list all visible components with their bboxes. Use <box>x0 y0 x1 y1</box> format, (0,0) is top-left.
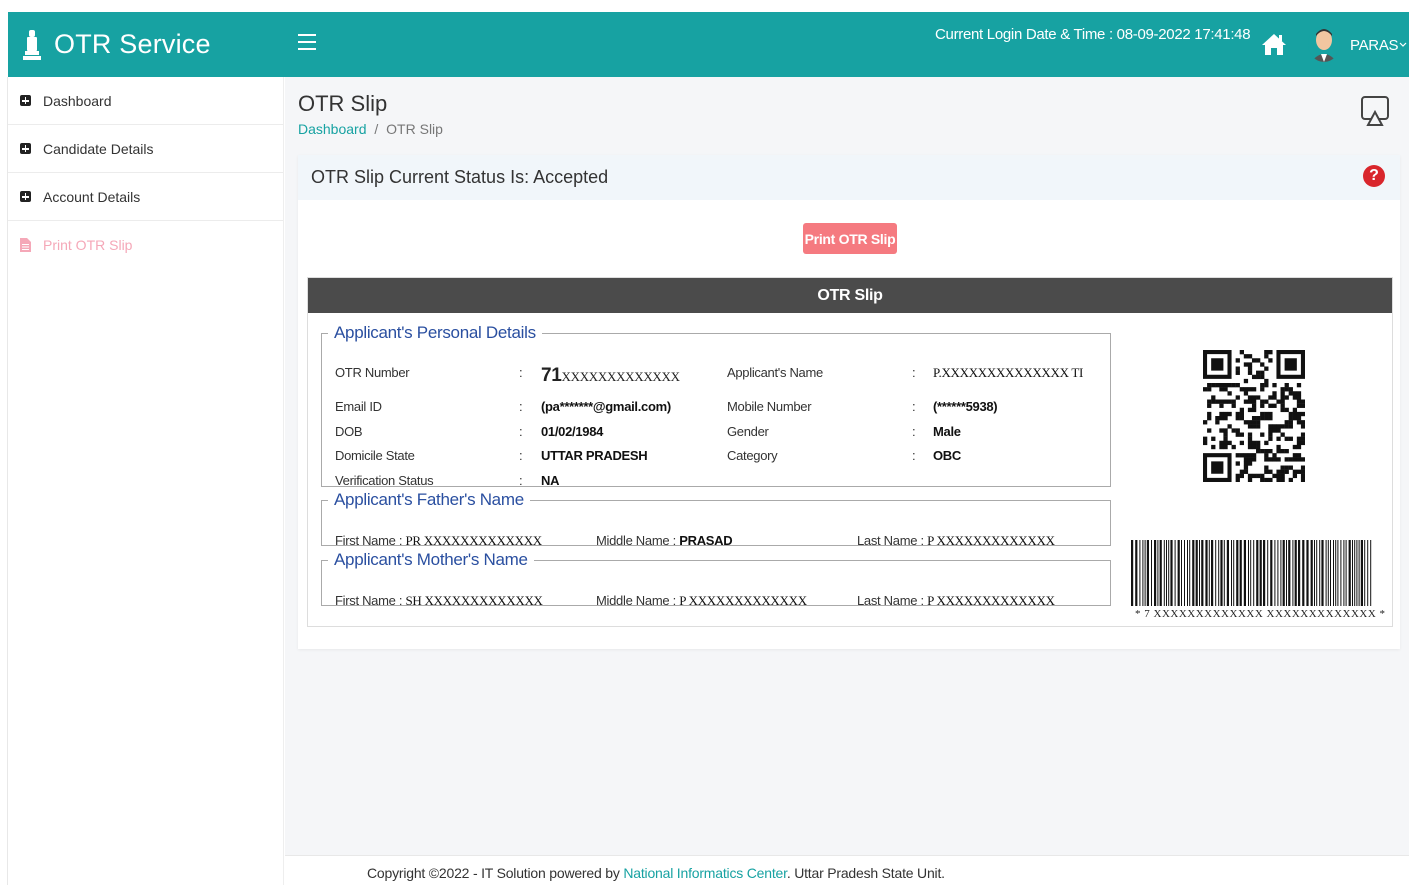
breadcrumb: Dashboard / OTR Slip <box>298 121 443 137</box>
father-first-name-value: PR XXXXXXXXXXXXX <box>405 533 543 548</box>
applicant-name-value: P.XXXXXXXXXXXXXX TI <box>933 365 1084 380</box>
mobile-value: (******5938) <box>933 399 998 414</box>
colon: : <box>912 399 916 414</box>
father-first-name-label: First Name : <box>335 533 403 548</box>
sidebar-item-dashboard[interactable]: Dashboard <box>8 77 283 125</box>
otr-card: OTR Slip Current Status Is: Accepted ? P… <box>298 155 1400 649</box>
personal-details-section: Applicant's Personal Details OTR Number … <box>321 323 1111 488</box>
applicant-name-label: Applicant's Name <box>727 365 823 380</box>
gender-value: Male <box>933 424 961 439</box>
footer-prefix: Copyright ©2022 - IT Solution powered by <box>367 865 624 881</box>
footer-nic-link[interactable]: National Informatics Center <box>623 865 787 881</box>
otr-slip: OTR Slip Applicant's Personal Details OT… <box>307 277 1393 627</box>
mother-name-section: Applicant's Mother's Name First Name : S… <box>321 550 1111 608</box>
status-header: OTR Slip Current Status Is: Accepted <box>298 155 1400 200</box>
page-title: OTR Slip <box>298 91 388 116</box>
gender-label: Gender <box>727 424 769 439</box>
father-middle-name-label: Middle Name : <box>596 533 676 548</box>
avatar[interactable] <box>1308 26 1340 62</box>
footer-text: Copyright ©2022 - IT Solution powered by… <box>367 865 945 881</box>
left-edge <box>0 77 8 885</box>
brand-header: OTR Service <box>8 12 284 77</box>
father-last-name-value: P XXXXXXXXXXXXX <box>927 533 1055 548</box>
father-last-name-label: Last Name : <box>857 533 924 548</box>
otr-number-label: OTR Number <box>335 365 410 380</box>
plus-square-icon <box>20 143 31 154</box>
domicile-state-value: UTTAR PRADESH <box>541 448 648 463</box>
sidebar-item-candidate-details[interactable]: Candidate Details <box>8 125 283 173</box>
section-legend: Applicant's Father's Name <box>334 490 524 509</box>
otr-number-value: XXXXXXXXXXXXX <box>561 369 680 384</box>
father-middle-name-value: PRASAD <box>679 533 733 548</box>
breadcrumb-current: OTR Slip <box>386 121 443 137</box>
barcode-text: * 7 XXXXXXXXXXXXX XXXXXXXXXXXXX * <box>1135 608 1386 620</box>
top-navbar: Current Login Date & Time : 08-09-2022 1… <box>284 12 1409 77</box>
category-label: Category <box>727 448 778 463</box>
dob-value: 01/02/1984 <box>541 424 604 439</box>
mobile-label: Mobile Number <box>727 399 812 414</box>
mother-first-name-value: SH XXXXXXXXXXXXX <box>405 593 543 608</box>
plus-square-icon <box>20 95 31 106</box>
domicile-state-label: Domicile State <box>335 448 415 463</box>
breadcrumb-home-link[interactable]: Dashboard <box>298 121 367 137</box>
colon: : <box>519 448 523 463</box>
print-otr-slip-button[interactable]: Print OTR Slip <box>803 223 897 254</box>
sidebar-item-account-details[interactable]: Account Details <box>8 173 283 221</box>
footer-suffix: . Uttar Pradesh State Unit. <box>786 865 945 881</box>
sidebar-item-label: Account Details <box>43 188 141 205</box>
app-title: OTR Service <box>54 29 211 59</box>
status-text: OTR Slip Current Status Is: Accepted <box>311 167 609 187</box>
colon: : <box>519 399 523 414</box>
sidebar-item-label: Candidate Details <box>43 140 154 157</box>
qr-code <box>1203 350 1305 482</box>
otr-number-prefix: 71 <box>541 365 562 386</box>
colon: : <box>912 448 916 463</box>
email-value: (pa*******@gmail.com) <box>541 399 671 414</box>
file-icon <box>20 238 31 252</box>
sidebar: Dashboard Candidate Details Account Deta… <box>8 77 284 885</box>
mother-middle-name-value: P XXXXXXXXXXXXX <box>679 593 807 608</box>
emblem-icon <box>23 29 41 60</box>
top-strip <box>0 0 1409 10</box>
footer: Copyright ©2022 - IT Solution powered by… <box>285 855 1409 885</box>
mother-last-name-value: P XXXXXXXXXXXXX <box>927 593 1055 608</box>
colon: : <box>519 424 523 439</box>
email-label: Email ID <box>335 399 382 414</box>
plus-square-icon <box>20 191 31 202</box>
sidebar-item-label: Dashboard <box>43 92 112 109</box>
colon: : <box>912 424 916 439</box>
verification-status-label: Verification Status <box>335 473 434 488</box>
cast-icon[interactable] <box>1360 94 1390 128</box>
verification-status-value: NA <box>541 473 560 488</box>
colon: : <box>912 365 916 380</box>
chevron-down-icon[interactable] <box>1399 41 1407 49</box>
main-content: OTR Slip Dashboard / OTR Slip OTR Slip C… <box>285 77 1409 855</box>
colon: : <box>519 365 523 380</box>
section-legend: Applicant's Personal Details <box>334 323 536 342</box>
help-icon[interactable]: ? <box>1363 165 1385 187</box>
mother-middle-name-label: Middle Name : <box>596 593 676 608</box>
mother-last-name-label: Last Name : <box>857 593 924 608</box>
dob-label: DOB <box>335 424 363 439</box>
category-value: OBC <box>933 448 961 463</box>
barcode <box>1131 540 1372 606</box>
section-legend: Applicant's Mother's Name <box>334 550 528 569</box>
login-timestamp: Current Login Date & Time : 08-09-2022 1… <box>935 26 1251 43</box>
username[interactable]: PARAS <box>1350 37 1399 54</box>
mother-first-name-label: First Name : <box>335 593 403 608</box>
menu-icon[interactable] <box>298 34 316 52</box>
sidebar-item-print-otr-slip[interactable]: Print OTR Slip <box>8 221 283 269</box>
colon: : <box>519 473 523 488</box>
sidebar-item-label: Print OTR Slip <box>43 237 133 253</box>
breadcrumb-separator: / <box>374 121 379 137</box>
slip-title: OTR Slip <box>308 278 1392 313</box>
home-icon[interactable] <box>1260 30 1288 58</box>
father-name-section: Applicant's Father's Name First Name : P… <box>321 490 1111 548</box>
